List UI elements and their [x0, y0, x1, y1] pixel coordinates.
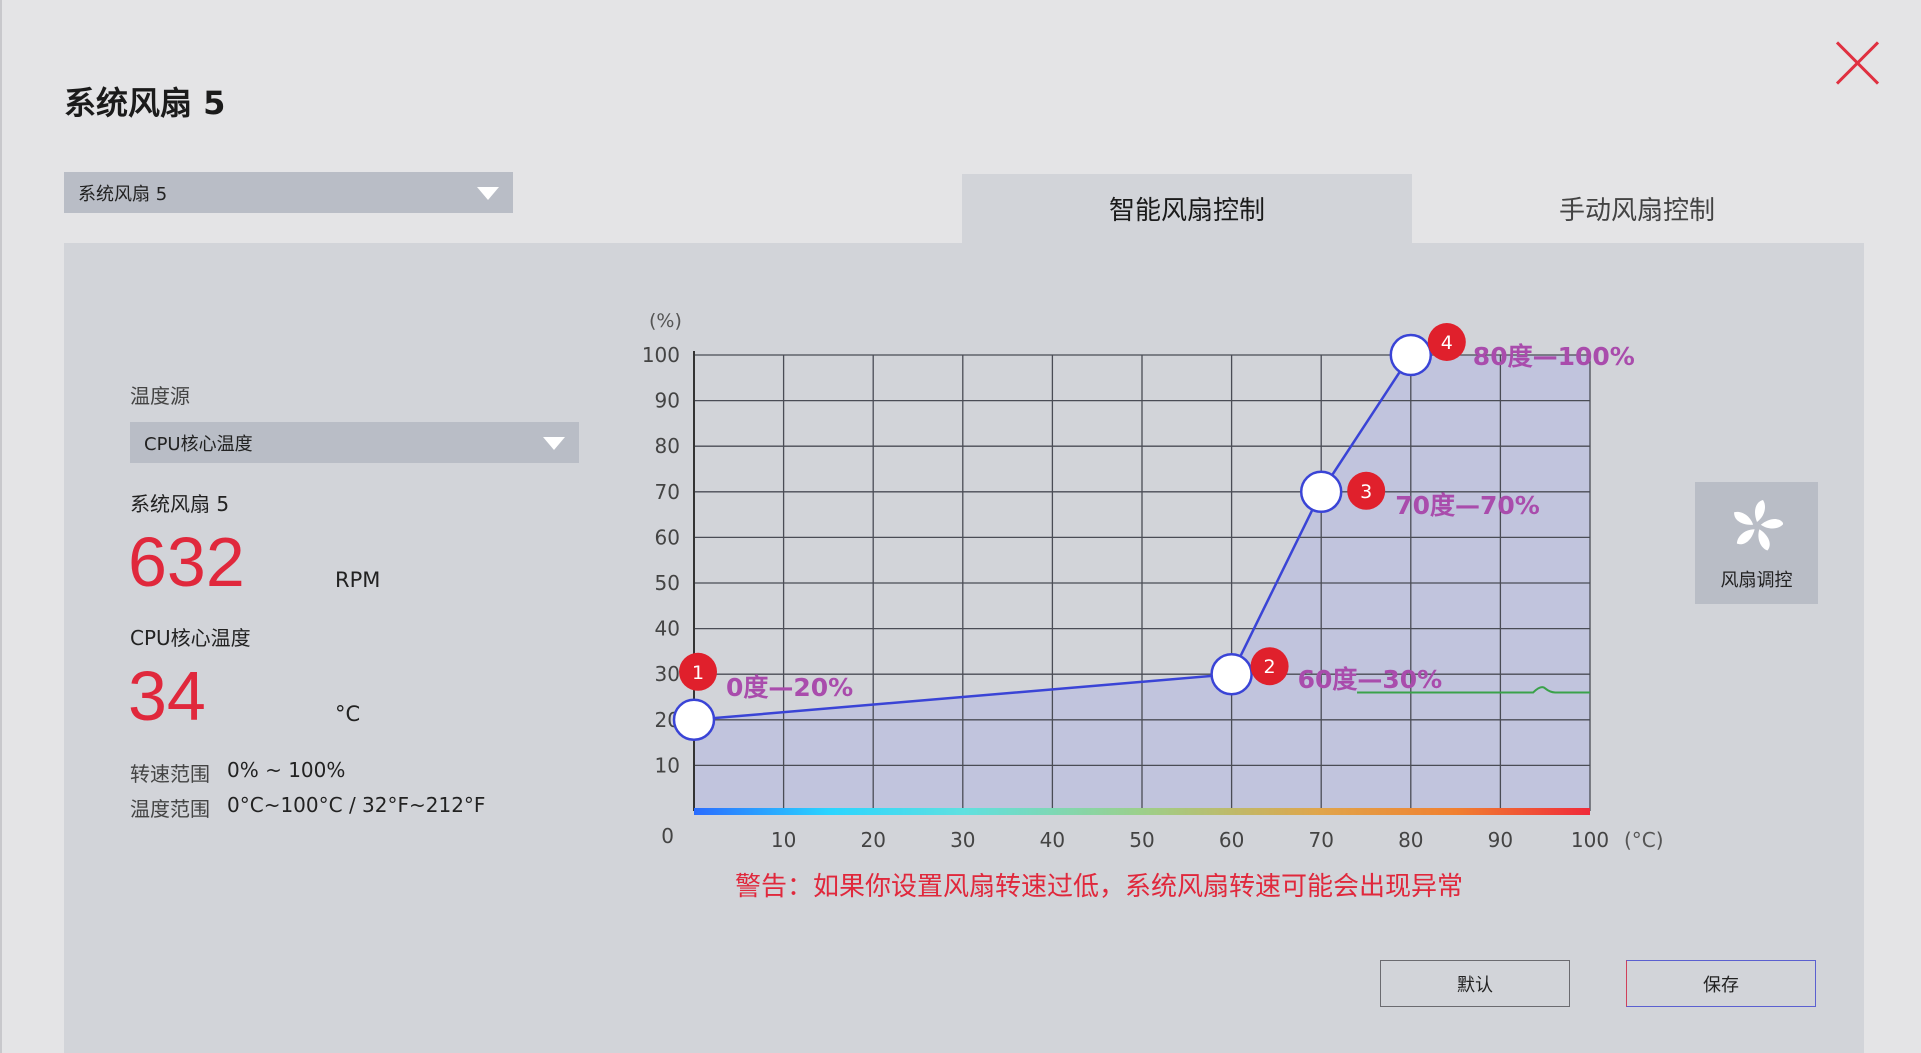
close-icon[interactable] — [1832, 38, 1882, 88]
temp-range-label: 温度范围 — [130, 797, 210, 821]
x-tick-label: 70 — [1308, 828, 1333, 852]
curve-point-2[interactable] — [1210, 652, 1253, 696]
save-button[interactable]: 保存 — [1626, 960, 1816, 1007]
y-tick-label: 70 — [655, 480, 680, 504]
y-tick-label: 40 — [655, 617, 680, 641]
low-speed-warning: 警告：如果你设置风扇转速过低，系统风扇转速可能会出现异常 — [735, 872, 1464, 902]
x-tick-label: 60 — [1219, 828, 1244, 852]
dialog-title: 系统风扇 5 — [64, 84, 226, 122]
fan-settings-dialog: 系统风扇 5 系统风扇 5 智能风扇控制 手动风扇控制 温度源 CPU核心温度 … — [0, 0, 1921, 1053]
x-axis-unit: (°C) — [1624, 828, 1664, 852]
temp-source-value: CPU核心温度 — [144, 433, 253, 455]
temp-source-label: 温度源 — [130, 384, 190, 408]
x-tick-label: 30 — [950, 828, 975, 852]
fan-rpm-value: 632 — [128, 523, 245, 601]
tab-manual-fan-control[interactable]: 手动风扇控制 — [1412, 174, 1862, 243]
point-label-3: 70度—70% — [1395, 491, 1540, 520]
y-tick-label: 80 — [655, 434, 680, 458]
origin-tick-label: 0 — [661, 824, 674, 848]
rpm-unit: RPM — [335, 568, 381, 592]
x-tick-label: 50 — [1129, 828, 1154, 852]
y-tick-label: 90 — [655, 389, 680, 413]
point-badge-number: 2 — [1264, 656, 1276, 678]
point-label-1: 0度—20% — [726, 673, 853, 702]
point-label-2: 60度—30% — [1298, 665, 1443, 694]
chevron-down-icon — [477, 186, 499, 200]
point-badge-number: 1 — [692, 662, 704, 684]
temp-source-dropdown[interactable]: CPU核心温度 — [130, 422, 579, 463]
temp-unit: °C — [335, 702, 361, 726]
y-tick-label: 30 — [655, 662, 680, 686]
y-tick-label: 60 — [655, 525, 680, 549]
default-button[interactable]: 默认 — [1380, 960, 1570, 1007]
x-tick-label: 40 — [1040, 828, 1065, 852]
x-tick-label: 20 — [860, 828, 885, 852]
temp-range-value: 0°C~100°C / 32°F~212°F — [227, 793, 486, 817]
tab-smart-fan-control[interactable]: 智能风扇控制 — [962, 174, 1412, 243]
y-axis-unit: (%) — [649, 310, 682, 332]
point-badge-number: 4 — [1441, 332, 1453, 354]
y-tick-label: 10 — [655, 753, 680, 777]
chevron-down-icon — [543, 436, 565, 450]
curve-point-4[interactable] — [1389, 333, 1433, 377]
y-tick-label: 50 — [655, 571, 680, 595]
fan-curve-chart[interactable]: 10203040506070809010010 20 30 40 50 60 70 80 90 1… — [622, 300, 1682, 860]
point-label-4: 80度—100% — [1473, 342, 1635, 371]
x-tick-label: 10 — [771, 828, 796, 852]
x-tick-label: 80 — [1398, 828, 1423, 852]
curve-point-3[interactable] — [1299, 470, 1343, 514]
cpu-temp-value: 34 — [128, 657, 206, 735]
fan-icon — [1734, 500, 1783, 551]
speed-range-label: 转速范围 — [130, 762, 210, 786]
curve-point-1[interactable] — [672, 698, 716, 742]
y-tick-label: 100 — [642, 343, 680, 367]
x-tick-label: 90 — [1488, 828, 1513, 852]
cpu-temp-label: CPU核心温度 — [130, 626, 251, 650]
fan-select-dropdown[interactable]: 系统风扇 5 — [64, 172, 513, 213]
fan-tuning-button[interactable]: 风扇调控 — [1695, 482, 1818, 604]
fan-select-value: 系统风扇 5 — [78, 183, 168, 205]
fan-name-label: 系统风扇 5 — [130, 492, 230, 516]
speed-range-value: 0% ~ 100% — [227, 758, 346, 782]
point-badge-number: 3 — [1360, 481, 1372, 503]
fan-tuning-label: 风扇调控 — [1720, 570, 1793, 591]
temperature-spectrum-bar — [694, 808, 1590, 815]
x-tick-label: 100 — [1571, 828, 1609, 852]
